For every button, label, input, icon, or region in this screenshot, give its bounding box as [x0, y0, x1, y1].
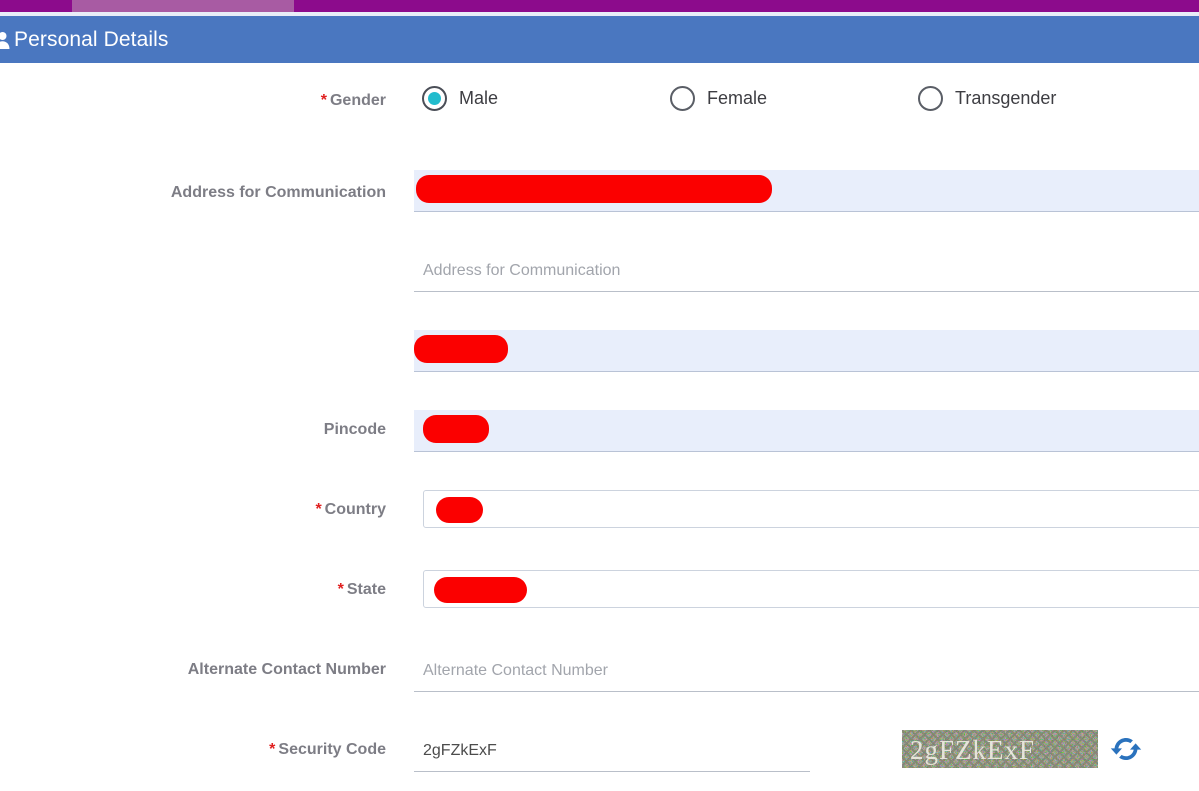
- security-code-label: * Security Code: [0, 741, 386, 759]
- form-row-address-line2: Address for Communication: [0, 250, 1199, 292]
- gender-option-female[interactable]: Female: [670, 86, 767, 111]
- state-label-text: State: [346, 581, 386, 598]
- personal-details-page: Personal Details * Gender Male Female Tra…: [0, 0, 1199, 791]
- radio-male-icon[interactable]: [422, 86, 447, 111]
- top-browser-strip: [0, 0, 1199, 12]
- page-title: Personal Details: [14, 27, 169, 51]
- form-row-address-line1: Address for Communication: [0, 170, 1199, 212]
- state-select[interactable]: [423, 570, 1199, 608]
- redaction-bar-country: [436, 497, 483, 523]
- browser-tab[interactable]: [72, 0, 294, 12]
- radio-female-icon[interactable]: [670, 86, 695, 111]
- redaction-bar-address-line3: [414, 335, 508, 363]
- form-row-country: * Country: [0, 490, 1199, 530]
- form-row-pincode: Pincode: [0, 410, 1199, 452]
- address-line1-input[interactable]: [414, 170, 1199, 212]
- security-code-label-text: Security Code: [278, 741, 386, 758]
- gender-option-transgender[interactable]: Transgender: [918, 86, 1056, 111]
- address-line3-input[interactable]: [414, 330, 1199, 372]
- alternate-contact-label: Alternate Contact Number: [0, 661, 386, 679]
- alternate-contact-input[interactable]: Alternate Contact Number: [414, 650, 1199, 692]
- form-row-alternate-contact: Alternate Contact Number Alternate Conta…: [0, 650, 1199, 692]
- form-row-state: * State: [0, 570, 1199, 610]
- address-label: Address for Communication: [0, 184, 386, 202]
- country-select[interactable]: [423, 490, 1199, 528]
- redaction-bar-state: [434, 577, 527, 603]
- required-asterisk: *: [269, 741, 276, 758]
- country-label: * Country: [0, 501, 386, 519]
- person-icon: [0, 31, 11, 49]
- alternate-contact-label-text: Alternate Contact Number: [187, 661, 386, 678]
- radio-transgender-icon[interactable]: [918, 86, 943, 111]
- gender-option-male[interactable]: Male: [422, 86, 498, 111]
- captcha-image: 2gFZkExF: [902, 730, 1098, 768]
- svg-text:2gFZkExF: 2gFZkExF: [910, 735, 1035, 765]
- security-code-input[interactable]: 2gFZkExF: [414, 730, 810, 772]
- state-label: * State: [0, 581, 386, 599]
- address-line2-placeholder: Address for Communication: [423, 261, 621, 279]
- pincode-label-text: Pincode: [323, 421, 386, 438]
- form-row-address-line3: [0, 330, 1199, 372]
- gender-label: * Gender: [0, 92, 386, 110]
- security-code-value: 2gFZkExF: [423, 741, 497, 759]
- address-label-text: Address for Communication: [170, 184, 386, 201]
- pincode-input[interactable]: [414, 410, 1199, 452]
- required-asterisk: *: [315, 501, 322, 518]
- gender-option-transgender-label: Transgender: [955, 88, 1057, 108]
- required-asterisk: *: [337, 581, 344, 598]
- redaction-bar-address-line1: [416, 175, 772, 203]
- gender-option-female-label: Female: [707, 88, 768, 108]
- form-row-gender: * Gender Male Female Transgender: [0, 86, 1199, 140]
- alternate-contact-placeholder: Alternate Contact Number: [423, 661, 608, 679]
- pincode-label: Pincode: [0, 421, 386, 439]
- personal-details-header: Personal Details: [0, 16, 1199, 63]
- gender-option-male-label: Male: [459, 88, 499, 108]
- gender-label-text: Gender: [329, 92, 386, 109]
- required-asterisk: *: [320, 92, 327, 109]
- address-line2-input[interactable]: Address for Communication: [414, 250, 1199, 292]
- captcha-refresh-button[interactable]: [1110, 733, 1142, 765]
- redaction-bar-pincode: [423, 415, 489, 443]
- refresh-icon[interactable]: [1110, 733, 1142, 765]
- country-label-text: Country: [324, 501, 386, 518]
